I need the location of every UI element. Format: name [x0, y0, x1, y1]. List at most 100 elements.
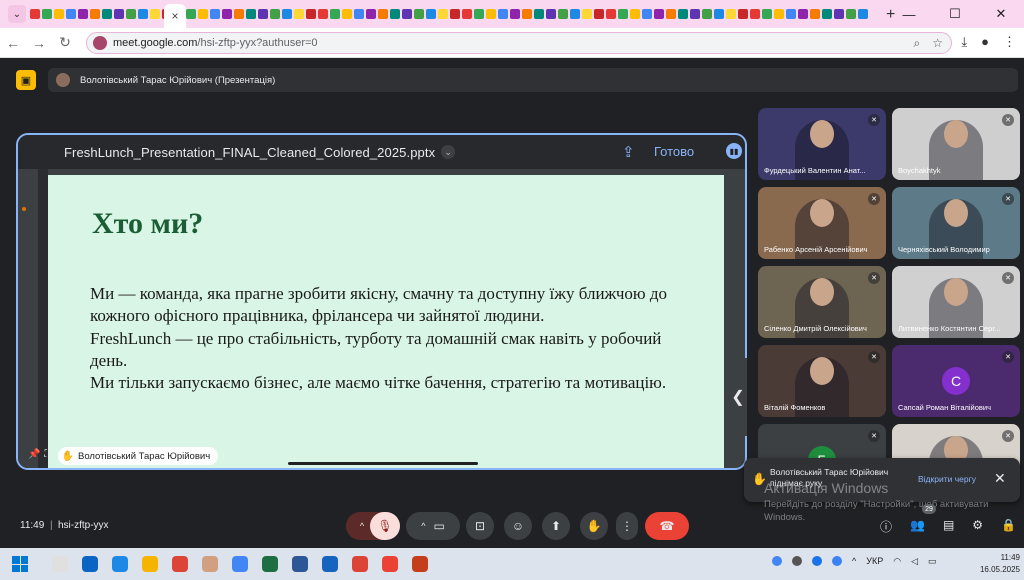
pin-icon[interactable]: 📌	[28, 449, 40, 460]
tab-favicon-icon[interactable]	[330, 9, 340, 19]
tab-favicon-icon[interactable]	[654, 9, 664, 19]
close-notification-icon[interactable]: ✕	[994, 470, 1006, 487]
back-icon[interactable]: ←	[0, 35, 26, 51]
tab-favicon-icon[interactable]	[726, 9, 736, 19]
tab-favicon-icon[interactable]	[282, 9, 292, 19]
chevron-down-icon[interactable]: ⌄	[441, 145, 456, 159]
tab-favicon-icon[interactable]	[762, 9, 772, 19]
tab-favicon-icon[interactable]	[222, 9, 232, 19]
windows-start-icon[interactable]	[12, 556, 28, 572]
tab-favicon-icon[interactable]	[486, 9, 496, 19]
tab-favicon-icon[interactable]	[138, 9, 148, 19]
participant-tile[interactable]: ✕ Рабенко Арсеній Арсенійович	[758, 187, 886, 259]
tab-favicon-icon[interactable]	[66, 9, 76, 19]
taskbar-app-icon[interactable]	[52, 556, 68, 572]
taskbar-app-icon[interactable]	[232, 556, 248, 572]
tab-favicon-icon[interactable]	[630, 9, 640, 19]
camera-control-group[interactable]: ^ ▭	[406, 512, 460, 540]
chat-icon[interactable]: ▤	[943, 518, 954, 535]
raise-hand-button[interactable]: ✋	[580, 512, 608, 540]
tab-favicon-icon[interactable]	[858, 9, 868, 19]
slide-scrollbar[interactable]	[288, 462, 478, 465]
camera-options-chevron-icon[interactable]: ^	[421, 521, 425, 531]
tab-favicon-icon[interactable]	[606, 9, 616, 19]
maximize-icon[interactable]: ☐	[932, 0, 978, 28]
taskbar-app-icon[interactable]	[322, 556, 338, 572]
tab-favicon-icon[interactable]	[798, 9, 808, 19]
address-bar[interactable]: meet.google.com /hsi-zftp-yyx?authuser=0…	[86, 32, 952, 54]
taskbar-app-icon[interactable]	[202, 556, 218, 572]
collapse-panel-button[interactable]: ❮	[729, 358, 747, 436]
tab-favicon-icon[interactable]	[258, 9, 268, 19]
mic-options-chevron-icon[interactable]: ^	[360, 521, 364, 531]
taskbar-app-icon[interactable]	[412, 556, 428, 572]
leave-call-button[interactable]: ☎	[645, 512, 689, 540]
tab-favicon-icon[interactable]	[378, 9, 388, 19]
tab-search-icon[interactable]: ⌄	[8, 5, 26, 23]
tab-favicon-icon[interactable]	[414, 9, 424, 19]
presentation-badge-icon[interactable]: ▣	[16, 70, 36, 90]
tab-favicon-icon[interactable]	[822, 9, 832, 19]
participant-tile[interactable]: ✕ Черняхівський Володимир	[892, 187, 1020, 259]
tab-favicon-icon[interactable]	[198, 9, 208, 19]
tab-favicon-icon[interactable]	[390, 9, 400, 19]
pinned-tabs[interactable]	[30, 6, 910, 22]
volume-icon[interactable]: ◁	[911, 556, 918, 567]
participant-tile[interactable]: ✕ Сіленко Дмитрій Олексійович	[758, 266, 886, 338]
menu-kebab-icon[interactable]: ⋮	[1003, 34, 1016, 50]
participant-tile[interactable]: С ✕ Сапсай Роман Віталійович	[892, 345, 1020, 417]
tab-favicon-icon[interactable]	[498, 9, 508, 19]
tab-favicon-icon[interactable]	[846, 9, 856, 19]
tab-favicon-icon[interactable]	[750, 9, 760, 19]
tab-favicon-icon[interactable]	[318, 9, 328, 19]
tab-favicon-icon[interactable]	[210, 9, 220, 19]
activities-icon[interactable]: ⚙	[972, 518, 983, 535]
chevron-up-icon[interactable]: ^	[852, 556, 856, 567]
download-icon[interactable]: ⤓	[961, 34, 967, 50]
tab-favicon-icon[interactable]	[678, 9, 688, 19]
tray-app-icon[interactable]	[792, 556, 802, 566]
open-queue-link[interactable]: Відкрити чергу	[918, 474, 976, 484]
fullscreen-icon[interactable]: ⛶	[44, 449, 51, 460]
active-tab-close-button[interactable]: ×	[164, 4, 186, 28]
close-window-icon[interactable]: ✕	[978, 0, 1024, 28]
tab-favicon-icon[interactable]	[150, 9, 160, 19]
participant-tile[interactable]: ✕ Литвиненко Костянтин Серг...	[892, 266, 1020, 338]
tab-favicon-icon[interactable]	[270, 9, 280, 19]
taskbar-app-icon[interactable]	[352, 556, 368, 572]
info-icon[interactable]: ⓘ	[880, 518, 892, 535]
taskbar-app-icon[interactable]	[172, 556, 188, 572]
tab-favicon-icon[interactable]	[546, 9, 556, 19]
reactions-button[interactable]: ☺	[504, 512, 532, 540]
participant-tile[interactable]: ✕ Boychakhtyk	[892, 108, 1020, 180]
system-clock[interactable]: 11:49 16.05.2025	[980, 552, 1020, 576]
taskbar-app-icon[interactable]	[112, 556, 128, 572]
people-icon[interactable]: 👥	[910, 518, 925, 535]
tab-favicon-icon[interactable]	[510, 9, 520, 19]
tab-favicon-icon[interactable]	[186, 9, 196, 19]
tab-favicon-icon[interactable]	[342, 9, 352, 19]
presenter-chip[interactable]: Волотівський Тарас Юрійович (Презентація…	[48, 68, 1018, 92]
participant-tile[interactable]: ✕ Віталій Фоменков	[758, 345, 886, 417]
tab-favicon-icon[interactable]	[618, 9, 628, 19]
profile-icon[interactable]: ●	[981, 34, 989, 50]
taskbar-app-icon[interactable]	[142, 556, 158, 572]
tab-favicon-icon[interactable]	[738, 9, 748, 19]
participant-tile[interactable]: ✕ Фурдецький Валентин Анат...	[758, 108, 886, 180]
tab-favicon-icon[interactable]	[450, 9, 460, 19]
tray-app-icon[interactable]	[772, 556, 782, 566]
tab-favicon-icon[interactable]	[786, 9, 796, 19]
tab-favicon-icon[interactable]	[366, 9, 376, 19]
tab-favicon-icon[interactable]	[714, 9, 724, 19]
minimize-icon[interactable]: —	[886, 0, 932, 28]
taskbar-app-icon[interactable]	[382, 556, 398, 572]
tab-favicon-icon[interactable]	[234, 9, 244, 19]
more-options-button[interactable]: ⋮	[616, 512, 638, 540]
tab-favicon-icon[interactable]	[102, 9, 112, 19]
taskbar-app-icon[interactable]	[292, 556, 308, 572]
tab-favicon-icon[interactable]	[666, 9, 676, 19]
tray-app-icon[interactable]	[832, 556, 842, 566]
present-button[interactable]: ⬆	[542, 512, 570, 540]
captions-button[interactable]: ⊡	[466, 512, 494, 540]
taskbar-app-icon[interactable]	[82, 556, 98, 572]
